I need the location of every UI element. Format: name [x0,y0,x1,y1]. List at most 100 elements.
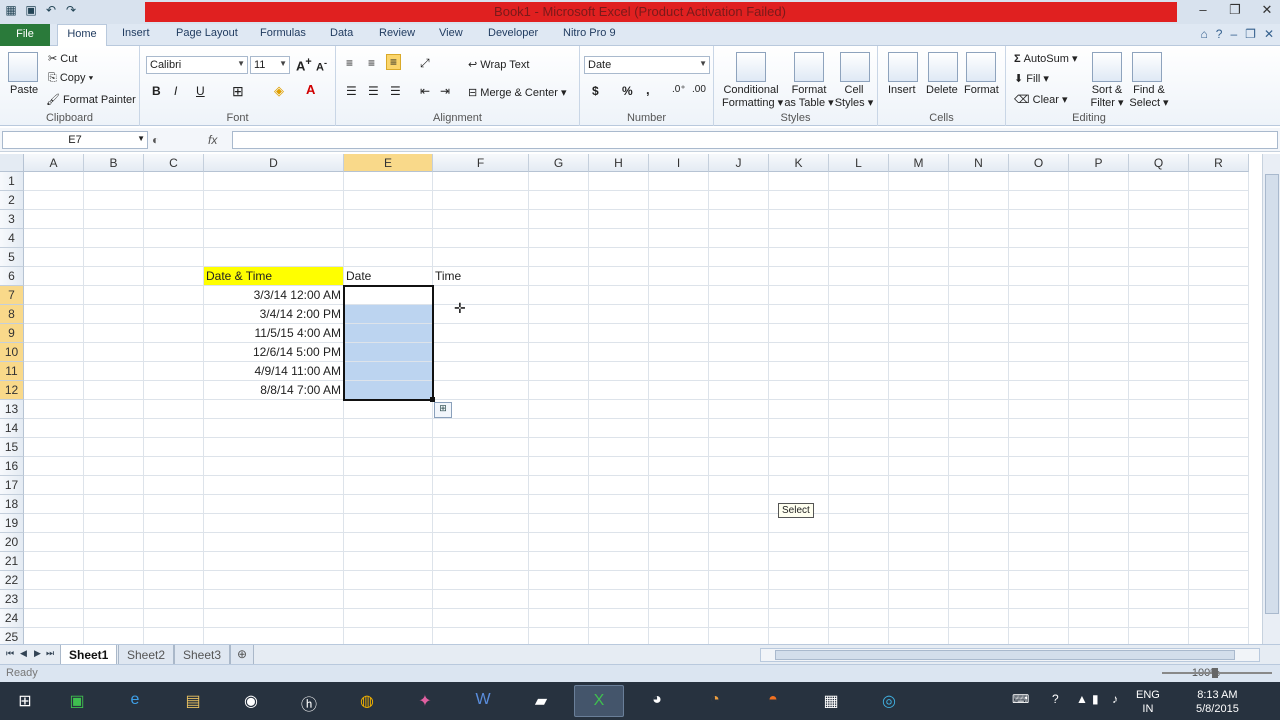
cell-a4[interactable] [24,229,84,248]
cell-r20[interactable] [1189,533,1249,552]
clock[interactable]: 8:13 AM 5/8/2015 [1196,688,1239,716]
cell-a1[interactable] [24,172,84,191]
cell-n20[interactable] [949,533,1009,552]
autosum-button[interactable]: Σ AutoSum ▾ [1014,52,1078,65]
cell-r22[interactable] [1189,571,1249,590]
cell-h17[interactable] [589,476,649,495]
cell-p20[interactable] [1069,533,1129,552]
cell-q24[interactable] [1129,609,1189,628]
cell-j20[interactable] [709,533,769,552]
cell-j11[interactable] [709,362,769,381]
cell-q1[interactable] [1129,172,1189,191]
cell-b15[interactable] [84,438,144,457]
cell-o3[interactable] [1009,210,1069,229]
cell-n10[interactable] [949,343,1009,362]
cell-j21[interactable] [709,552,769,571]
tab-insert[interactable]: Insert [122,27,150,39]
calculator-icon[interactable]: ▦ [806,685,856,717]
cell-c19[interactable] [144,514,204,533]
align-bottom-icon[interactable]: ≡ [386,54,402,70]
cell-g2[interactable] [529,191,589,210]
cell-l19[interactable] [829,514,889,533]
row-header-23[interactable]: 23 [0,590,24,609]
cell-f23[interactable] [433,590,529,609]
sheet-tab-sheet1[interactable]: Sheet1 [60,645,118,665]
cell-n19[interactable] [949,514,1009,533]
cell-b8[interactable] [84,305,144,324]
cell-c16[interactable] [144,457,204,476]
cell-b6[interactable] [84,267,144,286]
cell-h12[interactable] [589,381,649,400]
cell-r25[interactable] [1189,628,1249,644]
cell-n23[interactable] [949,590,1009,609]
volume-icon[interactable]: ♪ [1112,692,1118,706]
cell-p25[interactable] [1069,628,1129,644]
cell-g20[interactable] [529,533,589,552]
decrease-decimal-icon[interactable]: .00 [692,84,706,95]
formula-input[interactable] [232,131,1278,149]
cell-l13[interactable] [829,400,889,419]
cell-k13[interactable] [769,400,829,419]
cell-k9[interactable] [769,324,829,343]
media-icon[interactable]: ✦ [400,685,450,717]
row-header-4[interactable]: 4 [0,229,24,248]
cell-d24[interactable] [204,609,344,628]
cell-p8[interactable] [1069,305,1129,324]
cell-k25[interactable] [769,628,829,644]
increase-decimal-icon[interactable]: .0⁺ [672,84,686,95]
cell-g18[interactable] [529,495,589,514]
cell-i19[interactable] [649,514,709,533]
network-icon[interactable]: ▮ [1092,692,1099,706]
cell-m7[interactable] [889,286,949,305]
cell-g22[interactable] [529,571,589,590]
cell-m10[interactable] [889,343,949,362]
cell-g5[interactable] [529,248,589,267]
cell-g23[interactable] [529,590,589,609]
cell-d1[interactable] [204,172,344,191]
cell-n7[interactable] [949,286,1009,305]
number-format-select[interactable]: Date ▼ [584,56,710,74]
wrap-text-button[interactable]: ↩ Wrap Text [468,58,529,71]
row-header-14[interactable]: 14 [0,419,24,438]
row-header-13[interactable]: 13 [0,400,24,419]
column-header-d[interactable]: D [204,154,344,172]
column-header-j[interactable]: J [709,154,769,172]
cell-o16[interactable] [1009,457,1069,476]
align-left-icon[interactable]: ☰ [346,84,357,98]
cell-i10[interactable] [649,343,709,362]
cell-e2[interactable] [344,191,433,210]
cell-c3[interactable] [144,210,204,229]
cell-n15[interactable] [949,438,1009,457]
cell-f10[interactable] [433,343,529,362]
cell-k14[interactable] [769,419,829,438]
borders-icon[interactable]: ⊞ [232,83,244,100]
start-icon[interactable]: ⊞ [0,685,50,717]
cell-e22[interactable] [344,571,433,590]
format-as-table-icon[interactable] [794,52,824,82]
cell-f15[interactable] [433,438,529,457]
cell-b14[interactable] [84,419,144,438]
cell-r16[interactable] [1189,457,1249,476]
cell-b10[interactable] [84,343,144,362]
cell-n25[interactable] [949,628,1009,644]
cell-r1[interactable] [1189,172,1249,191]
cell-k6[interactable] [769,267,829,286]
cell-m22[interactable] [889,571,949,590]
show-hidden-icon[interactable]: ▲ [1076,692,1088,706]
column-header-h[interactable]: H [589,154,649,172]
file-explorer-icon[interactable]: ▤ [168,685,218,717]
cell-k10[interactable] [769,343,829,362]
cell-q21[interactable] [1129,552,1189,571]
cell-o7[interactable] [1009,286,1069,305]
cell-d12[interactable]: 8/8/14 7:00 AM [204,381,344,400]
cell-d8[interactable]: 3/4/14 2:00 PM [204,305,344,324]
column-header-e[interactable]: E [344,154,433,172]
cell-g15[interactable] [529,438,589,457]
cell-q13[interactable] [1129,400,1189,419]
cell-k24[interactable] [769,609,829,628]
cell-e14[interactable] [344,419,433,438]
first-sheet-icon[interactable]: ⏮ [6,648,14,659]
cell-b13[interactable] [84,400,144,419]
cell-n12[interactable] [949,381,1009,400]
cell-q22[interactable] [1129,571,1189,590]
